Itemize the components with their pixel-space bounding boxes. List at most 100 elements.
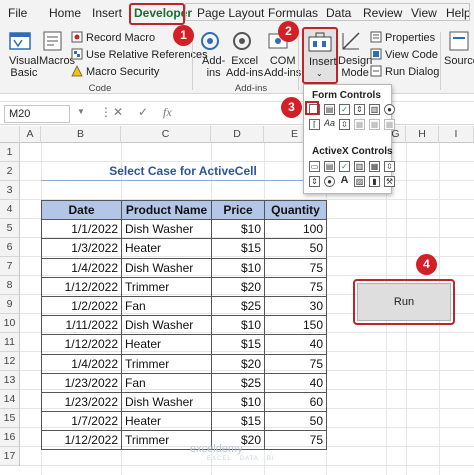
cell-date[interactable]: 1/3/2022 <box>41 238 122 259</box>
formula-input[interactable] <box>185 3 470 21</box>
checkbox-icon[interactable]: ✓ <box>339 161 350 172</box>
row-header[interactable]: 14 <box>0 390 20 409</box>
scroll-bar-icon[interactable]: ⇳ <box>339 119 350 130</box>
properties-button[interactable]: Properties <box>385 32 435 44</box>
record-macro-button[interactable]: Record Macro <box>86 32 155 44</box>
group-box-icon[interactable]: ⌈ <box>309 119 320 130</box>
header-date[interactable]: Date <box>41 199 122 221</box>
tab-file[interactable]: File <box>8 6 27 20</box>
cell-price[interactable]: $10 <box>211 219 265 240</box>
cell-date[interactable]: 1/1/2022 <box>41 219 122 240</box>
name-box-dropdown-icon[interactable]: ▼ <box>77 107 85 116</box>
cell-price[interactable]: $10 <box>211 391 265 413</box>
combo-box-icon[interactable]: ▤ <box>324 104 335 115</box>
view-code-icon[interactable] <box>370 48 382 60</box>
tab-insert[interactable]: Insert <box>92 6 122 20</box>
run-button[interactable]: Run <box>357 283 451 321</box>
cell-quantity[interactable]: 150 <box>264 315 327 336</box>
cell-price[interactable]: $15 <box>211 238 265 259</box>
row-header[interactable]: 8 <box>0 276 20 295</box>
command-button-icon[interactable]: ▭ <box>309 161 320 172</box>
combo-box-icon[interactable]: ▤ <box>324 161 335 172</box>
cancel-icon[interactable]: ✕ <box>113 105 123 119</box>
cell-quantity[interactable]: 60 <box>264 391 327 413</box>
cell-product[interactable]: Fan <box>121 372 212 393</box>
relative-references-icon[interactable] <box>71 48 83 60</box>
row-header[interactable]: 6 <box>0 238 20 257</box>
view-code-button[interactable]: View Code <box>385 49 438 61</box>
column-header[interactable]: D <box>211 126 264 143</box>
cell-date[interactable]: 1/12/2022 <box>41 430 122 451</box>
cell-quantity[interactable]: 75 <box>264 353 327 374</box>
header-product-name[interactable]: Product Name <box>121 199 212 221</box>
macros-icon[interactable] <box>42 30 64 52</box>
cell-price[interactable]: $15 <box>211 334 265 355</box>
run-dialog-icon[interactable] <box>370 65 382 77</box>
row-header[interactable]: 15 <box>0 409 20 428</box>
row-header[interactable]: 11 <box>0 333 20 352</box>
cell-product[interactable]: Trimmer <box>121 276 212 297</box>
cell-price[interactable]: $10 <box>211 315 265 336</box>
record-macro-icon[interactable] <box>71 31 83 43</box>
cell-price[interactable]: $20 <box>211 276 265 297</box>
run-dialog-button[interactable]: Run Dialog <box>385 66 439 78</box>
header-price[interactable]: Price <box>211 199 265 221</box>
cell-date[interactable]: 1/2/2022 <box>41 295 122 317</box>
row-header[interactable]: 2 <box>0 162 20 181</box>
text-box-icon[interactable]: ▦ <box>369 161 380 172</box>
cell-date[interactable]: 1/4/2022 <box>41 257 122 278</box>
column-header[interactable]: B <box>41 126 121 143</box>
confirm-icon[interactable]: ✓ <box>138 105 148 119</box>
more-controls-icon[interactable]: ⚒ <box>384 176 395 187</box>
option-button-icon[interactable]: ● <box>384 104 395 115</box>
cell-date[interactable]: 1/12/2022 <box>41 276 122 297</box>
insert-function-icon[interactable]: fx <box>163 105 172 120</box>
column-header[interactable]: H <box>406 126 439 143</box>
source-icon[interactable] <box>448 30 470 52</box>
column-header[interactable]: A <box>20 126 41 143</box>
row-header[interactable]: 13 <box>0 371 20 390</box>
spin-button-icon[interactable]: ⇕ <box>354 104 365 115</box>
cell-date[interactable]: 1/12/2022 <box>41 334 122 355</box>
visual-basic-icon[interactable] <box>9 30 31 52</box>
warning-icon[interactable] <box>71 65 83 77</box>
cell-date[interactable]: 1/7/2022 <box>41 411 122 432</box>
image-icon[interactable]: ▨ <box>354 176 365 187</box>
cell-date[interactable]: 1/11/2022 <box>41 315 122 336</box>
row-header[interactable]: 16 <box>0 428 20 447</box>
scroll-bar-icon[interactable]: ⇳ <box>384 161 395 172</box>
row-header[interactable]: 7 <box>0 257 20 276</box>
cell-price[interactable]: $10 <box>211 257 265 278</box>
option-button-icon[interactable]: ● <box>324 176 335 187</box>
cell-date[interactable]: 1/4/2022 <box>41 353 122 374</box>
cell-quantity[interactable]: 40 <box>264 334 327 355</box>
row-header[interactable]: 5 <box>0 219 20 238</box>
label-icon[interactable]: Aa <box>324 119 335 130</box>
cell-product[interactable]: Dish Washer <box>121 391 212 413</box>
addins-icon[interactable] <box>199 30 221 52</box>
toggle-button-icon[interactable]: ▮ <box>369 176 380 187</box>
cell-product[interactable]: Heater <box>121 334 212 355</box>
cell-product[interactable]: Dish Washer <box>121 315 212 336</box>
macro-security-button[interactable]: Macro Security <box>86 66 159 78</box>
excel-addins-icon[interactable] <box>231 30 253 52</box>
tab-home[interactable]: Home <box>49 6 81 20</box>
row-header[interactable]: 1 <box>0 143 20 162</box>
column-header[interactable]: C <box>121 126 211 143</box>
spin-button-icon[interactable]: ⇕ <box>309 176 320 187</box>
cell-date[interactable]: 1/23/2022 <box>41 391 122 413</box>
cell-quantity[interactable]: 40 <box>264 372 327 393</box>
cell-quantity[interactable]: 50 <box>264 238 327 259</box>
row-header[interactable]: 17 <box>0 447 20 466</box>
label-icon[interactable]: A <box>339 176 350 187</box>
cell-quantity[interactable]: 75 <box>264 276 327 297</box>
row-header[interactable]: 4 <box>0 200 20 219</box>
cell-price[interactable]: $20 <box>211 353 265 374</box>
list-box-icon[interactable]: ▥ <box>369 104 380 115</box>
cell-quantity[interactable]: 75 <box>264 257 327 278</box>
properties-icon[interactable] <box>370 31 382 43</box>
cell-quantity[interactable]: 30 <box>264 295 327 317</box>
cell-quantity[interactable]: 100 <box>264 219 327 240</box>
design-mode-icon[interactable] <box>340 30 362 52</box>
cell-date[interactable]: 1/23/2022 <box>41 372 122 393</box>
